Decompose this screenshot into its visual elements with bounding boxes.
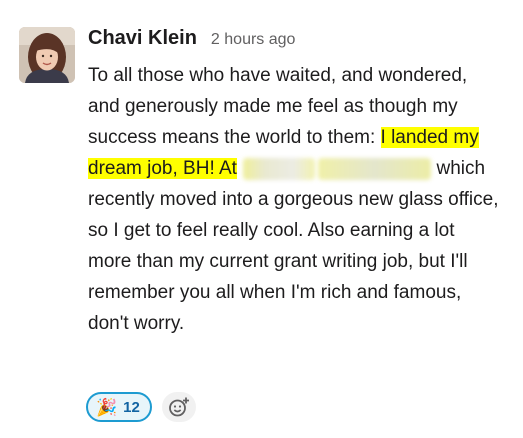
timestamp[interactable]: 2 hours ago bbox=[211, 31, 296, 49]
avatar-image bbox=[19, 27, 75, 83]
author-name[interactable]: Chavi Klein bbox=[88, 27, 197, 50]
redacted-company-name bbox=[242, 157, 315, 180]
reaction-party-popper[interactable]: 🎉 12 bbox=[86, 392, 152, 422]
add-reaction-button[interactable] bbox=[161, 392, 196, 422]
reactions-bar: 🎉 12 bbox=[86, 392, 196, 422]
message-header: Chavi Klein 2 hours ago bbox=[88, 27, 295, 57]
message: Chavi Klein 2 hours ago To all those who… bbox=[0, 0, 523, 438]
party-popper-icon: 🎉 bbox=[96, 397, 118, 417]
add-emoji-icon bbox=[168, 397, 189, 417]
avatar[interactable] bbox=[19, 27, 75, 83]
message-body: To all those who have waited, and wonder… bbox=[88, 60, 503, 339]
message-text-part2: which recently moved into a gorgeous new… bbox=[88, 158, 499, 334]
reaction-count: 12 bbox=[123, 398, 140, 416]
redacted-company-name-continued bbox=[318, 157, 432, 180]
